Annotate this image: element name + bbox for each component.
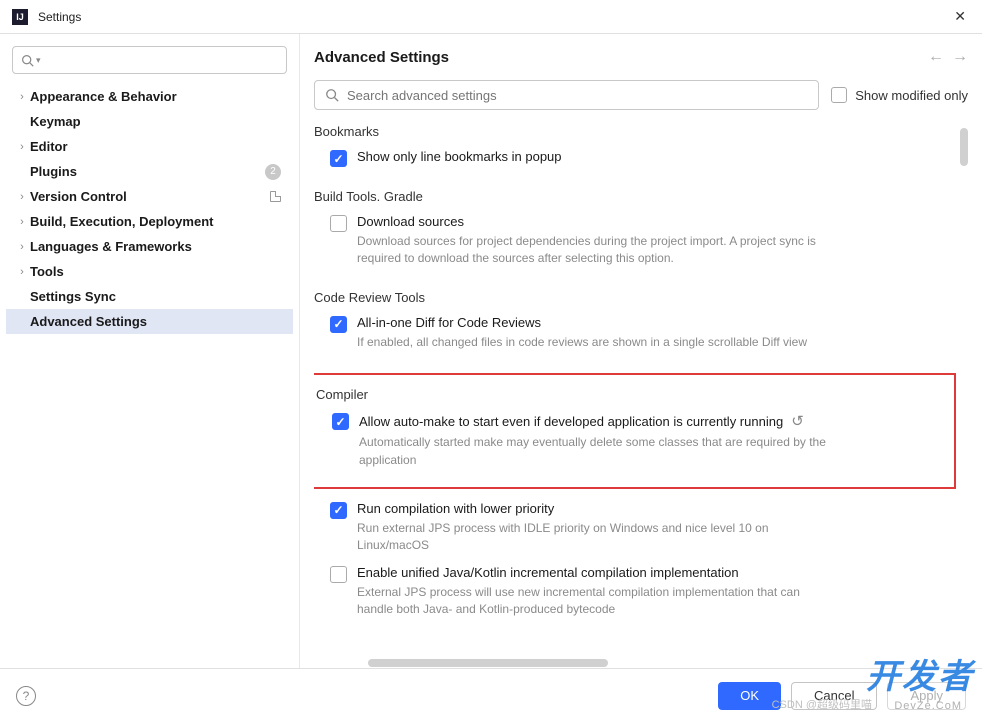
search-icon — [325, 88, 339, 102]
nav-forward-icon[interactable]: → — [952, 48, 968, 66]
option-all-in-one-diff[interactable]: All-in-one Diff for Code Reviews If enab… — [314, 315, 956, 351]
option-lower-priority[interactable]: Run compilation with lower priority Run … — [314, 501, 956, 555]
checkbox[interactable] — [330, 215, 347, 232]
sidebar-item-label: Settings Sync — [30, 289, 116, 304]
option-label: Show only line bookmarks in popup — [357, 149, 956, 164]
checkbox[interactable] — [330, 150, 347, 167]
sidebar-item-appearance[interactable]: › Appearance & Behavior — [6, 84, 293, 109]
chevron-right-icon: › — [14, 141, 30, 153]
option-label: All-in-one Diff for Code Reviews — [357, 315, 956, 330]
section-bookmarks: Bookmarks Show only line bookmarks in po… — [314, 124, 956, 167]
sidebar-item-plugins[interactable]: Plugins 2 — [6, 159, 293, 184]
option-label: Run compilation with lower priority — [357, 501, 956, 516]
option-allow-auto-make[interactable]: Allow auto-make to start even if develop… — [314, 412, 946, 469]
chevron-right-icon: › — [14, 241, 30, 253]
sidebar-item-label: Keymap — [30, 114, 81, 129]
option-description: Download sources for project dependencie… — [357, 233, 837, 268]
advanced-search-input[interactable] — [347, 88, 808, 103]
sidebar-item-label: Version Control — [30, 189, 127, 204]
section-title: Compiler — [316, 387, 946, 402]
content-pane: Advanced Settings ← → Show modified only… — [300, 34, 982, 668]
help-icon[interactable]: ? — [16, 686, 36, 706]
option-download-sources[interactable]: Download sources Download sources for pr… — [314, 214, 956, 268]
section-gradle: Build Tools. Gradle Download sources Dow… — [314, 189, 956, 268]
section-title: Build Tools. Gradle — [314, 189, 956, 204]
section-title: Bookmarks — [314, 124, 956, 139]
sidebar-search-input[interactable] — [47, 53, 278, 68]
option-label: Allow auto-make to start even if develop… — [359, 412, 946, 430]
page-title: Advanced Settings — [314, 49, 449, 66]
apply-button[interactable]: Apply — [887, 682, 966, 710]
option-unified-incremental[interactable]: Enable unified Java/Kotlin incremental c… — [314, 565, 956, 619]
sidebar-item-languages[interactable]: › Languages & Frameworks — [6, 234, 293, 259]
highlighted-section: Compiler Allow auto-make to start even i… — [314, 373, 956, 489]
option-description: Automatically started make may eventuall… — [359, 434, 839, 469]
dialog-footer: ? OK Cancel Apply — [0, 668, 982, 722]
sidebar-item-version-control[interactable]: › Version Control — [6, 184, 293, 209]
titlebar: IJ Settings ✕ — [0, 0, 982, 34]
sidebar-item-label: Tools — [30, 264, 64, 279]
checkbox[interactable] — [330, 502, 347, 519]
cancel-button[interactable]: Cancel — [791, 682, 877, 710]
sidebar-item-label: Build, Execution, Deployment — [30, 214, 213, 229]
checkbox[interactable] — [330, 566, 347, 583]
option-show-line-bookmarks[interactable]: Show only line bookmarks in popup — [314, 149, 956, 167]
content-header: Advanced Settings ← → — [314, 48, 968, 66]
sidebar-item-label: Editor — [30, 139, 68, 154]
sidebar-item-keymap[interactable]: Keymap — [6, 109, 293, 134]
sidebar-item-editor[interactable]: › Editor — [6, 134, 293, 159]
section-title: Code Review Tools — [314, 290, 956, 305]
search-dropdown-icon[interactable]: ▾ — [36, 55, 41, 66]
sidebar-search[interactable]: ▾ — [12, 46, 287, 74]
sidebar-item-label: Languages & Frameworks — [30, 239, 192, 254]
scrollbar-horizontal[interactable] — [328, 658, 938, 668]
chevron-right-icon: › — [14, 191, 30, 203]
sidebar-item-label: Appearance & Behavior — [30, 89, 177, 104]
chevron-right-icon: › — [14, 216, 30, 228]
advanced-settings-search[interactable] — [314, 80, 819, 110]
window-title: Settings — [38, 10, 81, 24]
option-label: Download sources — [357, 214, 956, 229]
option-description: If enabled, all changed files in code re… — [357, 334, 837, 351]
search-icon — [21, 54, 34, 67]
sidebar-item-settings-sync[interactable]: Settings Sync — [6, 284, 293, 309]
close-icon[interactable]: ✕ — [950, 4, 970, 29]
ok-button[interactable]: OK — [718, 682, 781, 710]
sidebar-item-label: Plugins — [30, 164, 77, 179]
option-description: External JPS process will use new increm… — [357, 584, 837, 619]
show-modified-only[interactable]: Show modified only — [831, 87, 968, 103]
app-logo: IJ — [12, 9, 28, 25]
sidebar-item-label: Advanced Settings — [30, 314, 147, 329]
checkbox[interactable] — [330, 316, 347, 333]
option-description: Run external JPS process with IDLE prior… — [357, 520, 837, 555]
option-label: Enable unified Java/Kotlin incremental c… — [357, 565, 956, 580]
show-modified-checkbox[interactable] — [831, 87, 847, 103]
nav-back-icon[interactable]: ← — [928, 48, 944, 66]
show-modified-label: Show modified only — [855, 88, 968, 103]
sidebar-item-build[interactable]: › Build, Execution, Deployment — [6, 209, 293, 234]
plugins-badge: 2 — [265, 164, 281, 180]
reset-icon[interactable]: ↺ — [791, 412, 804, 430]
section-code-review: Code Review Tools All-in-one Diff for Co… — [314, 290, 956, 351]
scrollbar-vertical[interactable] — [960, 128, 968, 166]
sidebar-item-tools[interactable]: › Tools — [6, 259, 293, 284]
section-compiler-rest: Run compilation with lower priority Run … — [314, 501, 956, 619]
chevron-right-icon: › — [14, 266, 30, 278]
checkbox[interactable] — [332, 413, 349, 430]
chevron-right-icon: › — [14, 91, 30, 103]
sidebar-item-advanced-settings[interactable]: Advanced Settings — [6, 309, 293, 334]
sidebar: ▾ › Appearance & Behavior Keymap › Edito… — [0, 34, 300, 668]
project-scope-icon — [270, 191, 281, 202]
